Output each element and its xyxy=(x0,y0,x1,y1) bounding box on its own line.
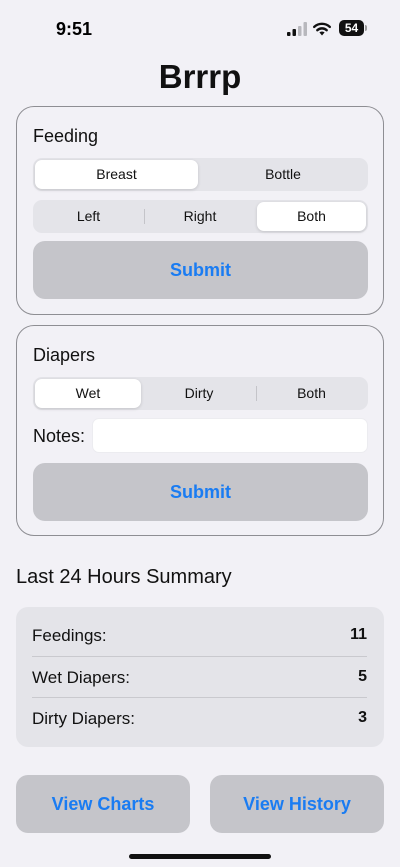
segment-right[interactable]: Right xyxy=(146,202,254,231)
segment-both[interactable]: Both xyxy=(257,202,366,231)
segment-left[interactable]: Left xyxy=(35,202,142,231)
status-bar: 9:51 54 xyxy=(0,0,400,56)
summary-label: Dirty Diapers: xyxy=(32,709,135,728)
battery-cap xyxy=(365,25,367,31)
summary-label: Feedings: xyxy=(32,626,107,645)
summary-value: 5 xyxy=(358,668,367,685)
segment-bottle[interactable]: Bottle xyxy=(200,160,366,189)
feeding-side-control: Left Right Both xyxy=(33,200,368,233)
feeding-title: Feeding xyxy=(33,126,99,146)
segment-diaper-both[interactable]: Both xyxy=(257,379,366,408)
summary-card: Feedings: 11 Wet Diapers: 5 Dirty Diaper… xyxy=(16,607,384,747)
home-indicator xyxy=(129,854,271,859)
summary-row-feedings: Feedings: 11 xyxy=(32,615,367,656)
notes-label: Notes: xyxy=(33,426,86,446)
segment-breast[interactable]: Breast xyxy=(35,160,198,189)
segment-dirty[interactable]: Dirty xyxy=(144,379,254,408)
summary-label: Wet Diapers: xyxy=(32,668,130,687)
cellular-signal-icon xyxy=(287,22,307,36)
feeding-type-control: Breast Bottle xyxy=(33,158,368,191)
feeding-card: Feeding Breast Bottle Left Right Both Su… xyxy=(16,106,384,315)
diaper-type-control: Wet Dirty Both xyxy=(33,377,368,410)
battery-level: 54 xyxy=(339,20,364,36)
app-title: Brrrp xyxy=(158,58,242,95)
segment-wet[interactable]: Wet xyxy=(35,379,141,408)
wifi-icon xyxy=(313,22,331,36)
summary-value: 11 xyxy=(350,626,367,643)
view-history-button[interactable]: View History xyxy=(210,775,384,833)
notes-input[interactable] xyxy=(92,418,368,453)
summary-row-dirty-diapers: Dirty Diapers: 3 xyxy=(32,697,367,738)
status-time: 9:51 xyxy=(56,19,93,39)
view-charts-button[interactable]: View Charts xyxy=(16,775,190,833)
summary-heading: Last 24 Hours Summary xyxy=(16,566,232,588)
battery-icon: 54 xyxy=(339,20,367,36)
segment-divider xyxy=(144,209,145,224)
diapers-submit-button[interactable]: Submit xyxy=(33,463,368,521)
feeding-submit-button[interactable]: Submit xyxy=(33,241,368,299)
diapers-title: Diapers xyxy=(33,345,96,365)
diapers-card: Diapers Wet Dirty Both Notes: Submit xyxy=(16,325,384,536)
summary-value: 3 xyxy=(358,709,367,726)
summary-row-wet-diapers: Wet Diapers: 5 xyxy=(32,656,367,697)
